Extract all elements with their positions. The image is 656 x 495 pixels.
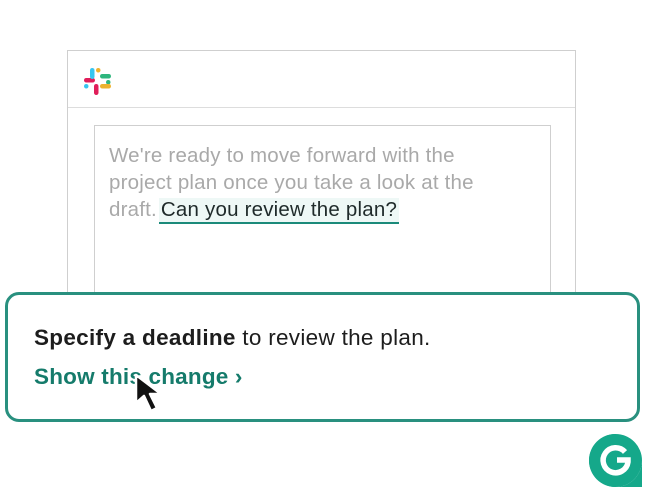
suggestion-card: Specify a deadline to review the plan. S…	[5, 292, 640, 422]
suggestion-text: Specify a deadline to review the plan.	[34, 325, 431, 351]
mouse-cursor-icon	[134, 373, 163, 413]
message-line-3-text: draft.	[109, 198, 157, 221]
message-line-2: project plan once you take a look at the	[109, 171, 474, 194]
message-compose-box[interactable]: We're ready to move forward with the pro…	[94, 125, 551, 305]
suggestion-bold: Specify a deadline	[34, 325, 236, 350]
window-header	[68, 51, 575, 108]
message-line-1: We're ready to move forward with the	[109, 144, 455, 167]
suggestion-rest: to review the plan.	[235, 325, 431, 350]
message-line-3: draft. Can you review the plan?	[109, 196, 536, 224]
slack-logo-icon	[84, 68, 111, 95]
grammarly-logo-icon[interactable]	[589, 434, 642, 487]
highlighted-sentence[interactable]: Can you review the plan?	[158, 198, 400, 224]
